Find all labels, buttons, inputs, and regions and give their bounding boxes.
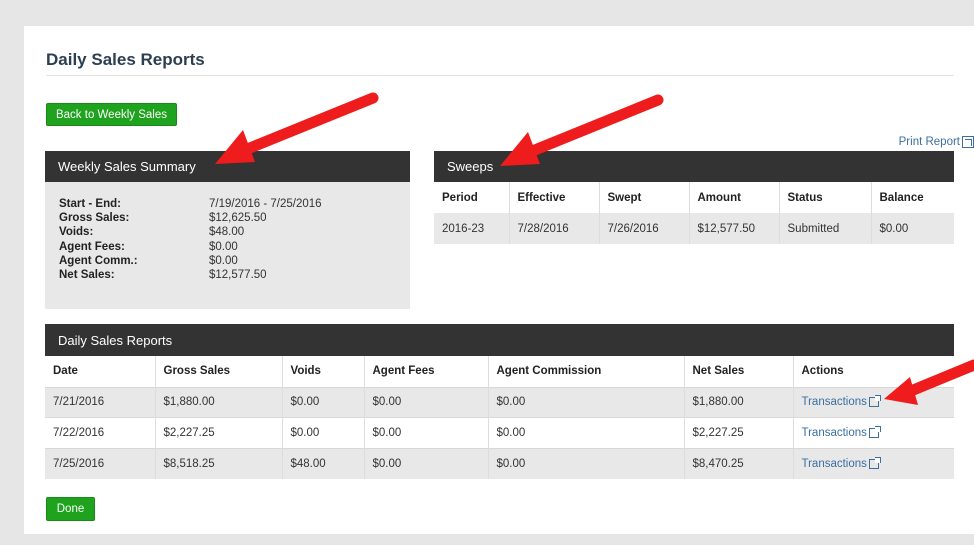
- annotation-arrow-sweeps: [500, 94, 664, 166]
- table-cell: $0.00: [488, 447, 685, 479]
- column-header: Date: [45, 356, 156, 387]
- column-header: Status: [779, 182, 872, 213]
- summary-value: $0.00: [209, 254, 238, 267]
- annotation-arrow-transactions: [884, 359, 974, 405]
- transactions-link[interactable]: Transactions: [801, 395, 881, 409]
- column-header: Net Sales: [684, 356, 794, 387]
- column-header: Amount: [689, 182, 780, 213]
- table-cell: $12,577.50: [689, 213, 780, 244]
- table-cell: $8,518.25: [155, 447, 283, 479]
- column-header: Effective: [509, 182, 600, 213]
- table-row: 7/25/2016 $8,518.25 $48.00 $0.00 $0.00 $…: [45, 447, 954, 479]
- column-header: Agent Fees: [364, 356, 489, 387]
- summary-value: $0.00: [209, 240, 238, 253]
- table-row: 7/21/2016 $1,880.00 $0.00 $0.00 $0.00 $1…: [45, 386, 954, 418]
- print-report-link[interactable]: Print Report: [899, 136, 974, 148]
- summary-label: Agent Comm.:: [59, 254, 138, 267]
- external-link-icon: [868, 456, 881, 469]
- table-cell: Submitted: [779, 213, 872, 244]
- table-cell: $0.00: [488, 386, 685, 418]
- table-cell: $2,227.25: [155, 417, 283, 448]
- summary-row: Voids: $48.00: [59, 225, 410, 239]
- summary-label: Start - End:: [59, 198, 121, 210]
- transactions-label: Transactions: [801, 396, 867, 409]
- done-button[interactable]: Done: [46, 497, 95, 521]
- table-cell: 7/28/2016: [509, 213, 600, 244]
- actions-cell: Transactions: [793, 447, 954, 479]
- title-divider: [46, 75, 954, 76]
- transactions-label: Transactions: [801, 457, 867, 470]
- column-header: Swept: [599, 182, 690, 213]
- table-cell: $0.00: [364, 417, 489, 448]
- table-header-row: Date Gross Sales Voids Agent Fees Agent …: [45, 356, 954, 387]
- transactions-link[interactable]: Transactions: [801, 456, 881, 470]
- summary-value: 7/19/2016 - 7/25/2016: [209, 198, 322, 210]
- table-cell: 2016-23: [434, 213, 510, 244]
- summary-row: Agent Comm.: $0.00: [59, 254, 410, 268]
- summary-value: $12,625.50: [209, 212, 267, 225]
- summary-row: Net Sales: $12,577.50: [59, 268, 410, 282]
- table-cell: $0.00: [488, 417, 685, 448]
- print-report-label: Print Report: [898, 136, 960, 148]
- table-cell: $1,880.00: [684, 386, 794, 418]
- table-cell: $1,880.00: [155, 386, 283, 418]
- table-cell: $0.00: [871, 213, 954, 244]
- daily-sales-table: Date Gross Sales Voids Agent Fees Agent …: [45, 356, 954, 479]
- external-link-icon: [868, 425, 881, 438]
- table-row: 2016-23 7/28/2016 7/26/2016 $12,577.50 S…: [434, 213, 954, 244]
- table-cell: $2,227.25: [684, 417, 794, 448]
- transactions-label: Transactions: [801, 426, 867, 439]
- table-cell: $0.00: [364, 447, 489, 479]
- column-header: Gross Sales: [155, 356, 283, 387]
- column-header: Agent Commission: [488, 356, 685, 387]
- table-cell: $8,470.25: [684, 447, 794, 479]
- table-cell: $0.00: [282, 417, 365, 448]
- summary-row: Agent Fees: $0.00: [59, 240, 410, 254]
- summary-label: Agent Fees:: [59, 240, 125, 253]
- table-cell: 7/25/2016: [45, 447, 156, 479]
- external-link-icon: [962, 136, 974, 148]
- summary-label: Gross Sales:: [59, 212, 130, 225]
- table-cell: 7/22/2016: [45, 417, 156, 448]
- annotation-arrow-summary: [215, 92, 379, 164]
- page-title: Daily Sales Reports: [46, 50, 205, 69]
- summary-label: Voids:: [59, 226, 94, 239]
- back-to-weekly-sales-button[interactable]: Back to Weekly Sales: [46, 103, 177, 126]
- summary-row: Start - End: 7/19/2016 - 7/25/2016: [59, 197, 410, 211]
- column-header: Period: [434, 182, 510, 213]
- summary-row: Gross Sales: $12,625.50: [59, 211, 410, 225]
- summary-value: $48.00: [209, 226, 245, 239]
- table-cell: $0.00: [364, 386, 489, 418]
- table-cell: 7/26/2016: [599, 213, 690, 244]
- actions-cell: Transactions: [793, 417, 954, 448]
- column-header: Balance: [871, 182, 954, 213]
- daily-sales-header: Daily Sales Reports: [45, 324, 954, 356]
- table-cell: $48.00: [282, 447, 365, 479]
- table-cell: 7/21/2016: [45, 386, 156, 418]
- sweeps-table: Period Effective Swept Amount Status Bal…: [434, 182, 954, 244]
- transactions-link[interactable]: Transactions: [801, 425, 881, 439]
- column-header: Voids: [282, 356, 365, 387]
- table-cell: $0.00: [282, 386, 365, 418]
- summary-label: Net Sales:: [59, 269, 115, 282]
- weekly-summary-body: Start - End: 7/19/2016 - 7/25/2016 Gross…: [45, 182, 410, 309]
- table-row: 7/22/2016 $2,227.25 $0.00 $0.00 $0.00 $2…: [45, 417, 954, 448]
- summary-value: $12,577.50: [209, 269, 267, 282]
- table-header-row: Period Effective Swept Amount Status Bal…: [434, 182, 954, 213]
